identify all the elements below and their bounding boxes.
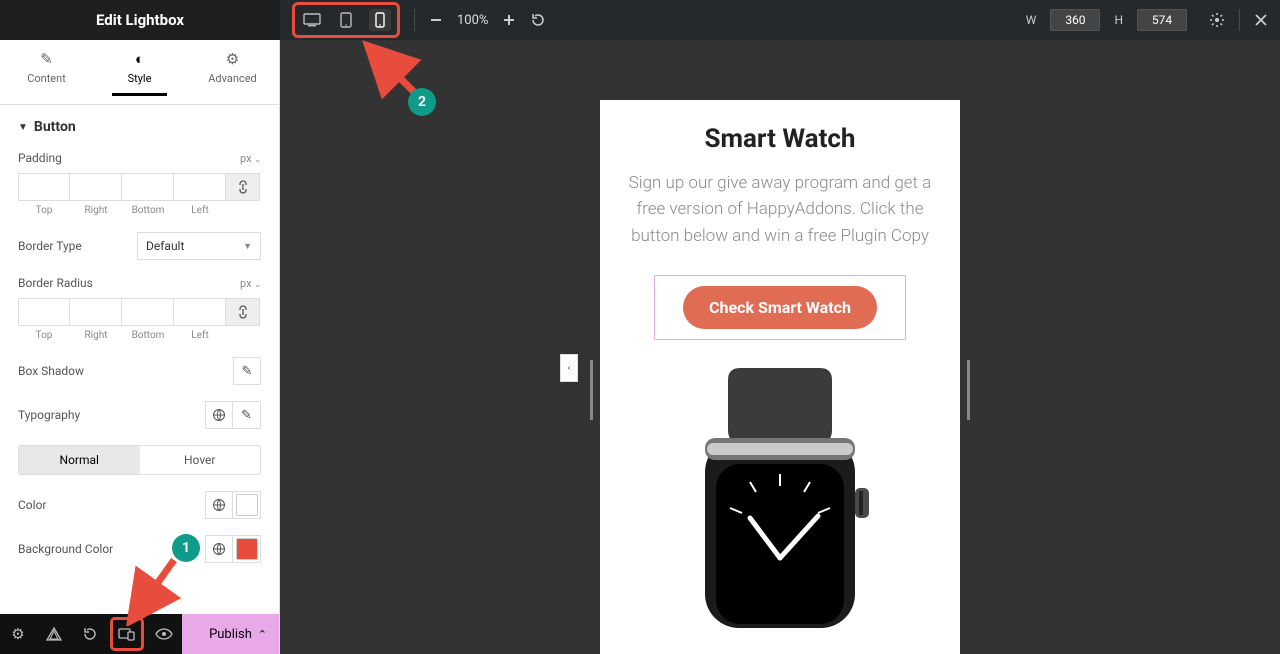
collapse-sidebar-button[interactable]: ‹ (560, 354, 578, 382)
footer-settings-icon[interactable]: ⚙ (0, 614, 36, 654)
radius-bottom-input[interactable] (122, 298, 174, 326)
chevron-up-icon: ⌃ (258, 628, 267, 641)
arrow-1 (124, 556, 184, 626)
height-input[interactable] (1137, 9, 1187, 31)
zoom-out-button[interactable] (429, 13, 443, 27)
preview-frame: Smart Watch Sign up our give away progra… (600, 100, 960, 654)
width-label: W (1026, 13, 1037, 27)
tab-style-label: Style (128, 72, 152, 85)
zoom-level[interactable]: 100% (457, 13, 488, 28)
tab-advanced[interactable]: ⚙ Advanced (186, 40, 279, 104)
state-normal-tab[interactable]: Normal (19, 446, 140, 474)
color-swatch[interactable] (233, 491, 261, 519)
padding-inputs (18, 173, 226, 201)
height-label: H (1114, 13, 1123, 27)
style-panel: ▼ Button Padding px ⌄ (0, 105, 279, 614)
bg-color-swatch[interactable] (233, 535, 261, 563)
zoom-in-button[interactable] (502, 13, 516, 27)
tab-content-label: Content (27, 72, 66, 85)
reset-zoom-button[interactable] (530, 12, 546, 28)
callout-1: 1 (172, 534, 200, 562)
color-globe-button[interactable] (205, 491, 233, 519)
state-tabs: Normal Hover (18, 445, 261, 475)
caret-down-icon: ▼ (18, 122, 28, 133)
section-button-toggle[interactable]: ▼ Button (18, 119, 261, 135)
border-radius-unit-select[interactable]: px ⌄ (240, 277, 261, 290)
toolbar-separator (414, 9, 415, 31)
device-mobile-button[interactable] (369, 9, 391, 31)
radius-link-toggle[interactable] (226, 298, 260, 326)
device-tablet-button[interactable] (335, 9, 357, 31)
state-hover-tab[interactable]: Hover (140, 446, 261, 474)
padding-right-input[interactable] (70, 173, 122, 201)
canvas-toolbar: 100% W H (280, 0, 1280, 40)
radius-left-input[interactable] (174, 298, 226, 326)
color-label: Color (18, 498, 46, 512)
preview-heading: Smart Watch (704, 124, 855, 154)
width-input[interactable] (1050, 9, 1100, 31)
watch-image (650, 368, 910, 628)
padding-label: Padding (18, 151, 62, 165)
border-type-label: Border Type (18, 239, 82, 253)
padding-left-input[interactable] (174, 173, 226, 201)
section-title: Button (34, 119, 76, 135)
padding-unit-select[interactable]: px ⌄ (240, 152, 261, 165)
device-desktop-button[interactable] (301, 9, 323, 31)
settings-icon[interactable] (1209, 12, 1225, 28)
tab-advanced-label: Advanced (208, 72, 256, 85)
radius-side-labels: TopRightBottomLeft (18, 330, 261, 341)
contrast-icon: ◐ (135, 50, 144, 68)
bg-color-globe-button[interactable] (205, 535, 233, 563)
gear-icon: ⚙ (226, 50, 239, 68)
radius-right-input[interactable] (70, 298, 122, 326)
padding-link-toggle[interactable] (226, 173, 260, 201)
border-type-select[interactable]: Default ▼ (137, 232, 261, 260)
border-type-value: Default (146, 239, 184, 253)
canvas[interactable]: ‹ Smart Watch Sign up our give away prog… (280, 40, 1280, 654)
frame-resize-handle-right[interactable] (967, 360, 970, 420)
radius-top-input[interactable] (18, 298, 70, 326)
publish-label: Publish (209, 627, 252, 642)
box-shadow-label: Box Shadow (18, 364, 84, 378)
tab-content[interactable]: ✎ Content (0, 40, 93, 104)
panel-title: Edit Lightbox (22, 11, 258, 29)
padding-bottom-input[interactable] (122, 173, 174, 201)
typography-globe-button[interactable] (205, 401, 233, 429)
toolbar-separator-2 (1239, 9, 1240, 31)
publish-button[interactable]: Publish ⌃ (182, 614, 279, 654)
border-radius-inputs (18, 298, 226, 326)
chevron-down-icon: ▼ (243, 241, 252, 252)
tab-style[interactable]: ◐ Style (93, 40, 186, 104)
preview-description: Sign up our give away program and get a … (622, 170, 938, 249)
callout-2: 2 (408, 88, 436, 116)
footer-history-icon[interactable] (72, 614, 108, 654)
typography-label: Typography (18, 408, 80, 422)
border-radius-label: Border Radius (18, 276, 93, 290)
panel-tabs: ✎ Content ◐ Style ⚙ Advanced (0, 40, 279, 105)
bg-color-label: Background Color (18, 542, 113, 556)
device-switcher (292, 2, 400, 38)
frame-resize-handle-left[interactable] (590, 360, 593, 420)
close-button[interactable] (1254, 13, 1268, 27)
padding-side-labels: TopRightBottomLeft (18, 205, 261, 216)
footer-navigator-icon[interactable] (36, 614, 72, 654)
padding-top-input[interactable] (18, 173, 70, 201)
cta-button[interactable]: Check Smart Watch (683, 286, 877, 329)
typography-edit-button[interactable]: ✎ (233, 401, 261, 429)
sidebar-header: Edit Lightbox (0, 0, 280, 40)
cta-selection-outline[interactable]: Check Smart Watch (654, 275, 906, 340)
box-shadow-edit-button[interactable]: ✎ (233, 357, 261, 385)
pencil-icon: ✎ (40, 50, 53, 68)
